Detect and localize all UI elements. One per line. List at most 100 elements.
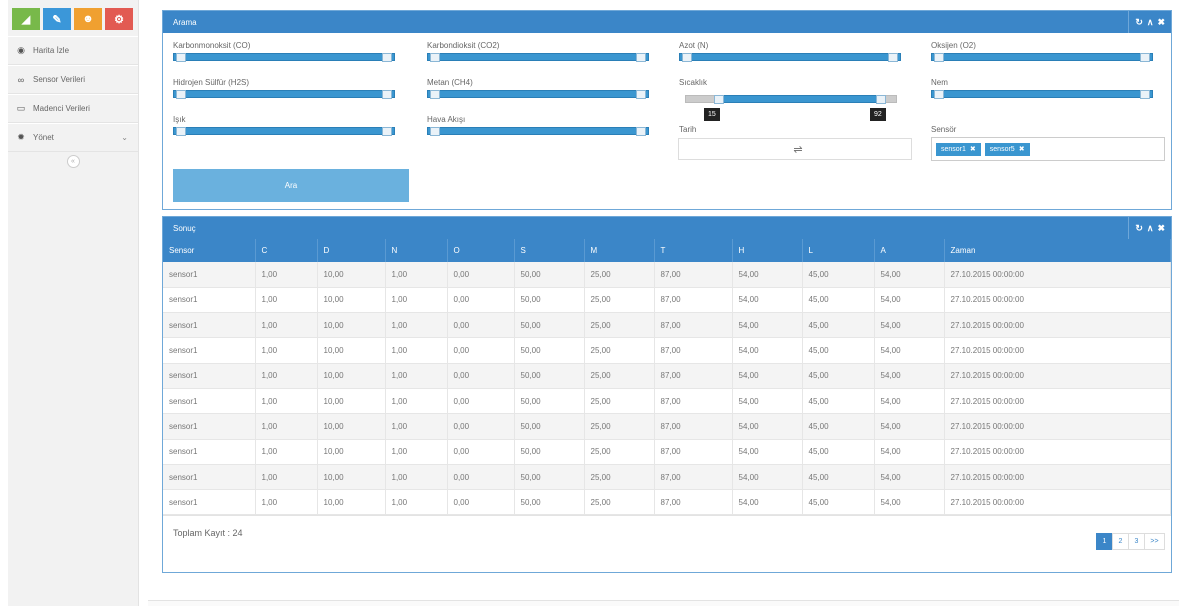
column-header[interactable]: Zaman (944, 239, 1171, 262)
page-3-button[interactable]: 3 (1128, 533, 1145, 551)
h2s-field: Hidrojen Sülfür (H2S) (173, 78, 395, 99)
slider-handle-min[interactable] (430, 90, 440, 99)
cogs-icon[interactable]: ⚙ (105, 8, 133, 30)
page-2-button[interactable]: 2 (1112, 533, 1129, 551)
slider-handle-min[interactable] (176, 127, 186, 136)
table-cell: 0,00 (447, 312, 515, 339)
temp-range-fill (714, 95, 882, 103)
table-cell: 87,00 (654, 262, 733, 288)
temp-slider[interactable] (685, 95, 897, 104)
slider-handle-min[interactable] (934, 53, 944, 62)
table-cell: 10,00 (317, 363, 386, 389)
column-header[interactable]: C (255, 239, 318, 262)
table-row[interactable]: sensor1 1,00 10,00 1,00 0,00 50,00 25,00 87,00 5… (163, 413, 1171, 440)
slider-handle-min[interactable] (682, 53, 692, 62)
slider-handle-max[interactable] (876, 95, 886, 104)
remove-tag-icon[interactable]: ✖ (970, 145, 976, 153)
table-cell: sensor1 (163, 262, 256, 288)
table-row[interactable]: sensor1 1,00 10,00 1,00 0,00 50,00 25,00 87,00 5… (163, 287, 1171, 314)
column-header[interactable]: D (317, 239, 386, 262)
table-row[interactable]: sensor1 1,00 10,00 1,00 0,00 50,00 25,00 87,00 5… (163, 312, 1171, 339)
sidebar-item-sensor[interactable]: ∞ Sensor Verileri (8, 65, 138, 94)
table-row[interactable]: sensor1 1,00 10,00 1,00 0,00 50,00 25,00 87,00 5… (163, 262, 1171, 288)
humidity-slider[interactable] (931, 90, 1153, 99)
chart-icon[interactable]: ◢ (12, 8, 40, 30)
sidebar-item-harita[interactable]: ◉ Harita İzle (8, 36, 138, 65)
co-slider[interactable] (173, 53, 395, 62)
slider-handle-max[interactable] (382, 90, 392, 99)
co2-label: Karbondioksit (CO2) (427, 41, 500, 50)
airflow-slider[interactable] (427, 127, 649, 136)
table-cell: 0,00 (447, 439, 515, 465)
column-header[interactable]: M (584, 239, 655, 262)
sensor-tag[interactable]: sensor1 ✖ (936, 142, 981, 156)
column-header[interactable]: T (654, 239, 733, 262)
table-cell: 1,00 (385, 287, 448, 314)
light-slider[interactable] (173, 127, 395, 136)
panel-tools: ↻ ∧ ✖ (1128, 11, 1171, 33)
table-row[interactable]: sensor1 1,00 10,00 1,00 0,00 50,00 25,00 87,00 5… (163, 337, 1171, 364)
table-row[interactable]: sensor1 1,00 10,00 1,00 0,00 50,00 25,00 87,00 5… (163, 464, 1171, 491)
search-panel-header: Arama ↻ ∧ ✖ (163, 11, 1171, 33)
slider-handle-max[interactable] (888, 53, 898, 62)
remove-tag-icon[interactable]: ✖ (1019, 145, 1025, 153)
collapse-icon[interactable]: ∧ (1147, 17, 1154, 28)
refresh-icon[interactable]: ↻ (1135, 17, 1143, 28)
sensor-tag[interactable]: sensor5 ✖ (984, 142, 1030, 156)
slider-handle-max[interactable] (382, 53, 392, 62)
table-cell: 54,00 (732, 363, 803, 389)
sensor-select[interactable]: sensor1 ✖ sensor5 ✖ (931, 137, 1165, 161)
collapse-toggle-button[interactable]: « (66, 154, 80, 168)
panel-tools: ↻ ∧ ✖ (1128, 217, 1171, 239)
table-cell: 10,00 (317, 262, 386, 288)
table-row[interactable]: sensor1 1,00 10,00 1,00 0,00 50,00 25,00 87,00 5… (163, 439, 1171, 465)
collapse-icon[interactable]: ∧ (1147, 223, 1154, 234)
ch4-slider[interactable] (427, 90, 649, 99)
column-header[interactable]: O (447, 239, 515, 262)
users-icon[interactable]: ☻ (74, 8, 102, 30)
column-header[interactable]: N (385, 239, 448, 262)
o2-slider[interactable] (931, 53, 1153, 62)
slider-handle-min[interactable] (430, 53, 440, 62)
slider-handle-max[interactable] (636, 90, 646, 99)
slider-handle-max[interactable] (1140, 90, 1150, 99)
refresh-icon[interactable]: ↻ (1135, 223, 1143, 234)
close-icon[interactable]: ✖ (1157, 17, 1165, 28)
slider-handle-max[interactable] (1140, 53, 1150, 62)
table-cell: 25,00 (584, 262, 655, 288)
slider-handle-min[interactable] (934, 90, 944, 99)
page-1-button[interactable]: 1 (1096, 533, 1113, 551)
column-header[interactable]: A (874, 239, 945, 262)
n-slider[interactable] (679, 53, 901, 62)
slider-handle-max[interactable] (636, 127, 646, 136)
close-icon[interactable]: ✖ (1157, 223, 1165, 234)
sidebar-item-label: Yönet (33, 133, 54, 142)
table-cell: 54,00 (732, 464, 803, 491)
page-next-button[interactable]: >> (1144, 533, 1165, 551)
pencil-icon[interactable]: ✎ (43, 8, 71, 30)
sidebar-collapse: « (8, 152, 138, 170)
table-row[interactable]: sensor1 1,00 10,00 1,00 0,00 50,00 25,00 87,00 5… (163, 388, 1171, 415)
column-header[interactable]: S (514, 239, 585, 262)
h2s-label: Hidrojen Sülfür (H2S) (173, 78, 250, 87)
column-header[interactable]: Sensor (163, 239, 256, 262)
h2s-slider[interactable] (173, 90, 395, 99)
co2-slider[interactable] (427, 53, 649, 62)
slider-handle-max[interactable] (636, 53, 646, 62)
sidebar-item-madenci[interactable]: ▭ Madenci Verileri (8, 94, 138, 123)
column-header[interactable]: L (802, 239, 875, 262)
slider-handle-min[interactable] (430, 127, 440, 136)
page-footer-divider (148, 600, 1179, 606)
search-button[interactable]: Ara (173, 169, 409, 202)
slider-handle-min[interactable] (176, 90, 186, 99)
sidebar-item-yonet[interactable]: ✹ Yönet ⌄ (8, 123, 138, 152)
table-row[interactable]: sensor1 1,00 10,00 1,00 0,00 50,00 25,00 87,00 5… (163, 363, 1171, 389)
slider-handle-max[interactable] (382, 127, 392, 136)
slider-handle-min[interactable] (714, 95, 724, 104)
table-row[interactable]: sensor1 1,00 10,00 1,00 0,00 50,00 25,00 87,00 5… (163, 489, 1171, 516)
column-header[interactable]: H (732, 239, 803, 262)
slider-handle-min[interactable] (176, 53, 186, 62)
table-cell: 10,00 (317, 287, 386, 314)
temp-max-tooltip: 92 (870, 108, 886, 121)
date-range-input[interactable]: ⇌ (678, 138, 912, 160)
